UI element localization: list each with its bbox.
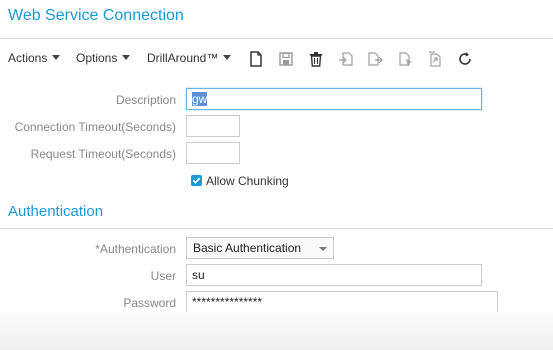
delete-icon[interactable] <box>306 49 326 69</box>
section-divider <box>0 228 553 229</box>
description-label: Description <box>115 93 176 107</box>
authentication-select-value: Basic Authentication <box>193 241 302 255</box>
refresh-icon[interactable] <box>455 49 475 69</box>
chevron-down-icon <box>319 247 327 251</box>
description-value: gw <box>192 92 208 106</box>
user-input[interactable]: su <box>186 264 482 286</box>
import-icon[interactable] <box>336 49 356 69</box>
connection-timeout-label: Connection Timeout(Seconds) <box>14 120 176 134</box>
password-input[interactable]: *************** <box>186 291 498 313</box>
header-divider <box>0 38 553 39</box>
drillaround-menu-label: DrillAround™ <box>147 51 219 65</box>
copy-icon[interactable] <box>425 49 445 69</box>
page-title: Web Service Connection <box>8 7 184 24</box>
request-timeout-input[interactable] <box>186 142 240 164</box>
connection-timeout-input[interactable] <box>186 115 240 137</box>
bottom-panel <box>0 312 553 350</box>
drillaround-menu[interactable]: DrillAround™ <box>147 51 232 65</box>
chevron-down-icon <box>122 55 131 60</box>
authentication-label: *Authentication <box>95 242 176 256</box>
authentication-select[interactable]: Basic Authentication <box>186 237 334 259</box>
authentication-section-title: Authentication <box>8 203 104 220</box>
request-timeout-label: Request Timeout(Seconds) <box>30 147 176 161</box>
password-label: Password <box>123 296 176 310</box>
checkmark-icon <box>192 177 201 184</box>
export-icon[interactable] <box>365 49 385 69</box>
description-input[interactable]: gw <box>186 88 482 110</box>
options-menu-label: Options <box>76 51 118 65</box>
chevron-down-icon <box>223 55 232 60</box>
new-document-icon[interactable] <box>246 49 266 69</box>
allow-chunking-label: Allow Chunking <box>206 174 289 188</box>
select-icon[interactable] <box>396 49 416 69</box>
user-label: User <box>150 269 176 283</box>
save-icon[interactable] <box>276 49 296 69</box>
options-menu[interactable]: Options <box>76 51 131 65</box>
actions-menu[interactable]: Actions <box>8 51 61 65</box>
toolbar: Actions Options DrillAround™ <box>0 48 553 70</box>
chevron-down-icon <box>52 55 61 60</box>
allow-chunking-checkbox[interactable] <box>191 175 202 186</box>
actions-menu-label: Actions <box>8 51 48 65</box>
